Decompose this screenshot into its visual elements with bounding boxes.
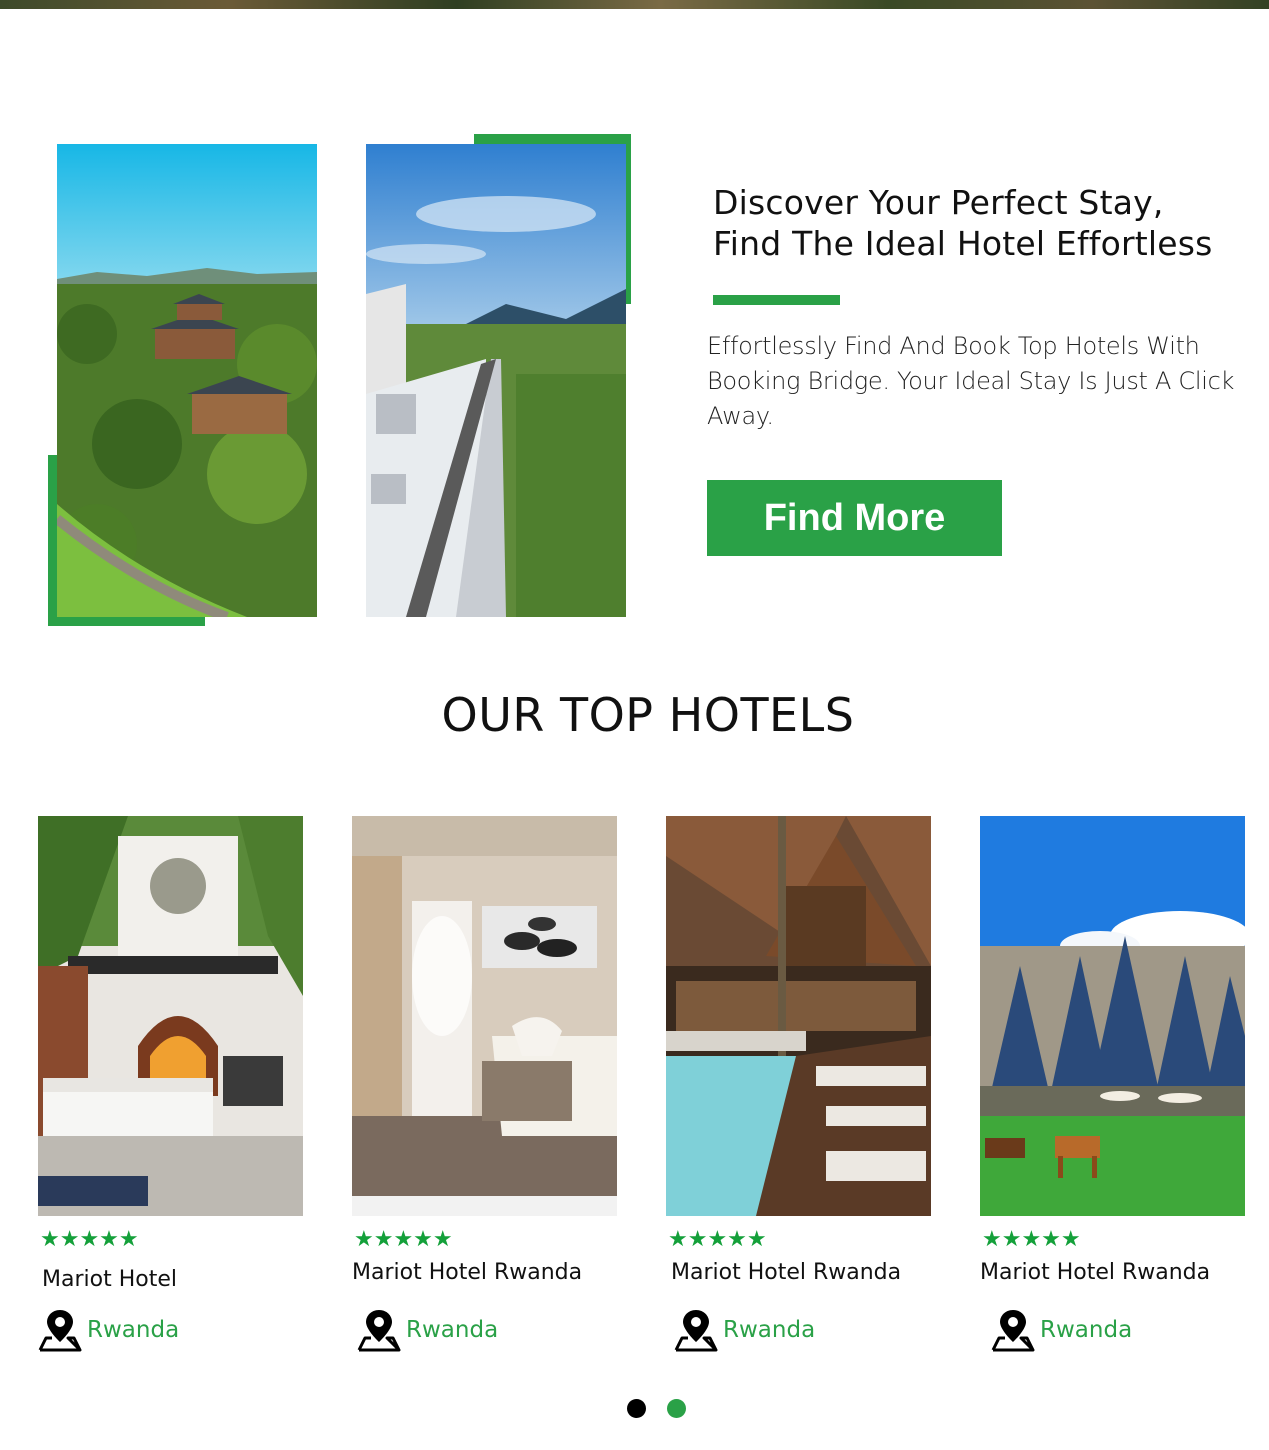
location-pin-icon xyxy=(674,1310,718,1352)
location-label: Rwanda xyxy=(1040,1317,1133,1343)
image-accent-frame-bottom xyxy=(48,616,205,626)
location-pin-icon xyxy=(357,1310,401,1352)
hotel-image-poolside-lodge xyxy=(666,816,931,1216)
header-image-strip xyxy=(0,0,1269,9)
hotel-location: Rwanda xyxy=(674,1308,815,1352)
hotel-name[interactable]: Mariot Hotel xyxy=(42,1267,177,1292)
location-pin-icon xyxy=(991,1310,1035,1352)
hotel-location: Rwanda xyxy=(991,1308,1132,1352)
hotel-card[interactable]: ★★★★★ Mariot Hotel Rwanda Rwanda xyxy=(352,816,617,1356)
hotel-location: Rwanda xyxy=(38,1308,179,1352)
rating-stars: ★★★★★ xyxy=(982,1227,1081,1252)
rating-stars: ★★★★★ xyxy=(668,1227,767,1252)
hotel-card[interactable]: ★★★★★ Mariot Hotel Rwanda Rwanda xyxy=(666,816,931,1356)
carousel-pagination xyxy=(627,1399,686,1418)
hero-title: Discover Your Perfect Stay, Find The Ide… xyxy=(713,183,1213,263)
hotel-card[interactable]: ★★★★★ Mariot Hotel Rwanda xyxy=(38,816,303,1356)
hotel-name[interactable]: Mariot Hotel Rwanda xyxy=(980,1260,1210,1285)
carousel-dot-1[interactable] xyxy=(627,1399,646,1418)
hotel-location: Rwanda xyxy=(357,1308,498,1352)
location-label: Rwanda xyxy=(87,1317,180,1343)
image-accent-frame-top xyxy=(474,134,631,144)
hotel-name[interactable]: Mariot Hotel Rwanda xyxy=(671,1260,901,1285)
hotel-image-modern-bedroom xyxy=(352,816,617,1216)
hotel-image-a-frame-hotel xyxy=(980,816,1245,1216)
hero-image-resort-hillside xyxy=(57,144,317,617)
hotel-name[interactable]: Mariot Hotel Rwanda xyxy=(352,1260,582,1285)
section-title: OUR TOP HOTELS xyxy=(441,688,855,742)
title-underline xyxy=(713,295,840,305)
location-label: Rwanda xyxy=(406,1317,499,1343)
hotel-image-fireplace-bedroom xyxy=(38,816,303,1216)
location-label: Rwanda xyxy=(723,1317,816,1343)
location-pin-icon xyxy=(38,1310,82,1352)
hero-image-lake-balcony xyxy=(366,144,626,617)
hero-description: Effortlessly Find And Book Top Hotels Wi… xyxy=(707,332,1235,430)
rating-stars: ★★★★★ xyxy=(354,1227,453,1252)
rating-stars: ★★★★★ xyxy=(40,1227,139,1252)
find-more-button[interactable]: Find More xyxy=(707,480,1002,556)
hotel-card[interactable]: ★★★★★ Mariot Hotel Rwanda Rwanda xyxy=(980,816,1245,1356)
carousel-dot-2-active[interactable] xyxy=(667,1399,686,1418)
